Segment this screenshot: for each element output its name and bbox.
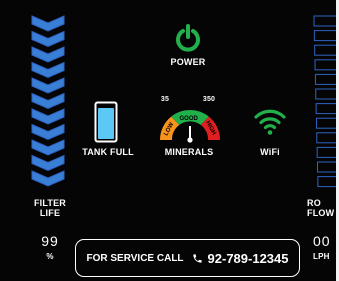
filter-life-segment <box>31 15 65 32</box>
service-call-box: FOR SERVICE CALL 92-789-12345 <box>75 239 300 277</box>
wifi-label: WiFi <box>260 147 280 157</box>
ro-flow-segment <box>314 59 336 71</box>
ro-flow-segment <box>317 176 336 188</box>
ro-flow-segment <box>316 132 336 144</box>
tank-status-label: TANK FULL <box>82 147 134 157</box>
filter-life-segment <box>31 92 65 110</box>
ro-flow-unit: LPH <box>313 252 330 261</box>
ro-flow-segment <box>313 30 336 42</box>
ro-flow-segment <box>317 161 336 173</box>
ro-flow-segment <box>315 117 336 129</box>
ro-flow-segment <box>314 44 336 56</box>
minerals-label: MINERALS <box>164 147 214 157</box>
minerals-zone-good: GOOD <box>180 116 199 122</box>
ro-flow-segment <box>315 88 336 100</box>
filter-life-level-bar <box>31 15 65 187</box>
power-icon[interactable] <box>174 24 202 52</box>
filter-life-segment <box>31 139 65 156</box>
filter-life-unit: % <box>46 252 54 261</box>
ro-flow-segment <box>313 15 336 27</box>
filter-life-segment <box>31 30 65 48</box>
power-label: POWER <box>170 57 206 67</box>
filter-life-segment <box>31 77 65 94</box>
filter-life-label: FILTER LIFE <box>33 198 67 218</box>
filter-life-segment <box>31 154 65 172</box>
ro-flow-value: 00 <box>313 233 331 249</box>
ro-flow-level-bar <box>313 15 336 188</box>
filter-life-value: 99 <box>41 233 59 249</box>
filter-life-segment <box>31 46 65 63</box>
phone-icon <box>192 253 202 263</box>
control-panel-display: FILTER LIFE 99 % POWER TANK FULL 35 350 … <box>0 0 336 281</box>
ro-flow-segment <box>316 146 336 158</box>
filter-life-segment <box>31 170 65 187</box>
filter-life-segment <box>31 108 65 125</box>
filter-life-segment <box>31 61 65 79</box>
service-call-text: FOR SERVICE CALL <box>86 252 184 264</box>
service-phone-number: 92-789-12345 <box>207 250 289 266</box>
minerals-gauge-icon: LOW GOOD HIGH <box>160 109 220 143</box>
ro-flow-label: RO FLOW <box>307 198 335 218</box>
ro-flow-segment <box>315 103 336 115</box>
ro-flow-segment <box>314 73 336 85</box>
tank-icon <box>94 101 118 143</box>
filter-life-segment <box>31 123 65 141</box>
wifi-icon[interactable] <box>253 106 287 136</box>
